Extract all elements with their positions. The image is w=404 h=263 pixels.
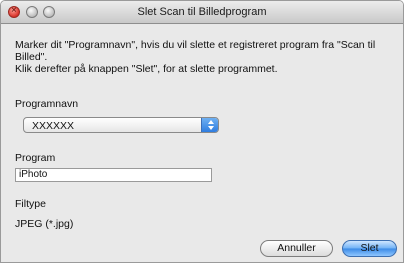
filetype-label: Filtype xyxy=(15,198,46,210)
instructions-line-2: Klik derefter på knappen "Slet", for at … xyxy=(15,63,278,75)
program-name-selected-value: XXXXXX xyxy=(32,120,75,132)
dialog-content: Marker dit "Programnavn", hvis du vil sl… xyxy=(1,25,403,262)
title-bar[interactable]: Slet Scan til Billedprogram xyxy=(1,1,403,24)
program-field: iPhoto xyxy=(15,168,212,182)
instructions-line-1: Marker dit "Programnavn", hvis du vil sl… xyxy=(15,39,376,63)
program-label: Program xyxy=(15,152,56,164)
program-name-select[interactable]: XXXXXX xyxy=(23,117,219,133)
dialog-window: Slet Scan til Billedprogram Marker dit "… xyxy=(0,0,404,263)
program-name-label: Programnavn xyxy=(15,98,79,110)
cancel-button[interactable]: Annuller xyxy=(260,240,333,257)
popup-arrows-icon xyxy=(201,118,218,132)
instructions-text: Marker dit "Programnavn", hvis du vil sl… xyxy=(15,39,397,75)
delete-button[interactable]: Slet xyxy=(342,240,397,257)
window-title: Slet Scan til Billedprogram xyxy=(137,6,267,18)
filetype-value: JPEG (*.jpg) xyxy=(15,218,74,230)
